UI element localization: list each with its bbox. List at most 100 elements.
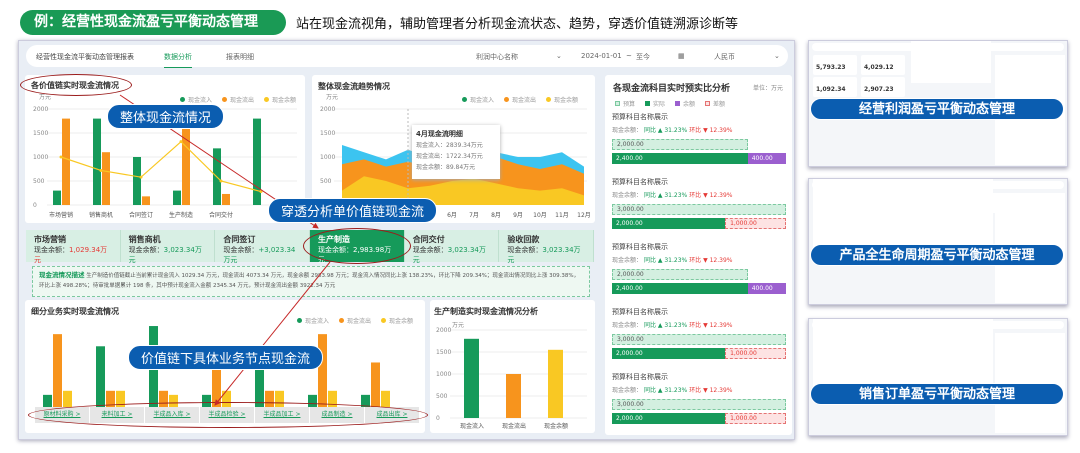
balance-point bbox=[259, 190, 263, 194]
balance-point bbox=[139, 175, 143, 179]
x-tick-label: 现金流出 bbox=[502, 422, 526, 430]
x-tick-label: 6月 bbox=[447, 212, 457, 219]
step-label: 现金余额： bbox=[412, 246, 448, 254]
bar-inflow bbox=[93, 118, 101, 205]
surplus-bar: 400.00 bbox=[747, 283, 786, 294]
deficit-bar: 1,000.00 bbox=[725, 218, 786, 229]
chevron-down-icon: ⌄ bbox=[556, 52, 562, 60]
y-tick-label: 1500 bbox=[33, 130, 48, 137]
chain-step-2[interactable]: 合同签订 现金余额：+3,023.34万元 bbox=[215, 230, 311, 264]
x-tick-label: 现金余额 bbox=[544, 422, 568, 430]
value-chain-chart-card: 各价值链实时现金流情况 万元 现金流入 现金流出 现金余额 2000 1500 1000… bbox=[25, 75, 305, 223]
x-tick-label: 12月 bbox=[577, 212, 591, 219]
bar-outflow bbox=[222, 193, 230, 205]
x-tick-label: 11月 bbox=[555, 212, 569, 219]
thumbnail-dashboard-1[interactable]: 3,742.345,023.7837821.09% bbox=[808, 178, 1068, 305]
actual-bar-row: 2,000.00 1,000.00 bbox=[612, 348, 786, 359]
budget-item: 预算科目名称展示 现金余额： 同比 ▲ 31.23% 环比 ▼ 12.39% 3,… bbox=[612, 372, 786, 424]
y-tick-label: 500 bbox=[436, 393, 448, 400]
surplus-bar: 400.00 bbox=[747, 153, 786, 164]
deficit-bar: 1,000.00 bbox=[725, 413, 786, 424]
thumbnail-banner: 产品全生命周期盈亏平衡动态管理 bbox=[810, 244, 1064, 266]
actual-bar: 2,400.00 bbox=[612, 283, 748, 294]
x-tick-label: 销售商机 bbox=[89, 211, 113, 219]
actual-bar: 2,000.00 bbox=[612, 348, 726, 359]
chevron-down-icon: ⌄ bbox=[774, 52, 780, 60]
callout-drill-down: 穿透分析单价值链现金流 bbox=[268, 198, 438, 223]
balance-point bbox=[219, 179, 223, 183]
currency-select[interactable]: 人民币 bbox=[714, 52, 735, 62]
value-chain-bar-chart: 2000 1500 1000 500 0 市场营销 销售商机 合同签订 生产制造 合同交付 bbox=[33, 106, 297, 219]
step-label: 现金余额： bbox=[34, 246, 69, 254]
actual-bar: 2,000.00 bbox=[612, 218, 726, 229]
x-tick-label: 合同签订 bbox=[129, 211, 153, 219]
example-title-pill: 例：经营性现金流盈亏平衡动态管理 bbox=[20, 10, 286, 35]
step-label: 现金余额： bbox=[223, 246, 259, 254]
actual-bar: 2,400.00 bbox=[612, 153, 748, 164]
item-name: 预算科目名称展示 bbox=[612, 373, 668, 381]
y-tick-label: 1500 bbox=[436, 349, 451, 356]
bar-现金流入 bbox=[464, 338, 479, 418]
balance-point bbox=[99, 168, 103, 172]
budget-bar: 3,000.00 bbox=[612, 334, 786, 345]
budget-item: 预算科目名称展示 现金余额： 同比 ▲ 31.23% 环比 ▼ 12.39% 3,… bbox=[612, 307, 786, 359]
bar-balance bbox=[381, 390, 390, 407]
tab-report-detail[interactable]: 报表明细 bbox=[226, 52, 254, 62]
kpi-card: 5,793.23 bbox=[813, 55, 857, 75]
highlight-oval bbox=[303, 228, 411, 264]
budget-bar: 2,000.00 bbox=[612, 269, 748, 280]
step-name: 市场营销 bbox=[34, 235, 66, 244]
date-to[interactable]: 至今 bbox=[636, 52, 650, 62]
balance-point bbox=[179, 140, 183, 144]
y-tick-label: 0 bbox=[33, 202, 37, 209]
y-tick-label: 2000 bbox=[436, 327, 451, 334]
tooltip: 4月现金流明细 现金流入：2839.34万元 现金流出：1722.34万元 现金余额… bbox=[412, 125, 500, 179]
kpi-card: 4,029.12 bbox=[861, 55, 905, 75]
x-tick-label: 现金流入 bbox=[460, 422, 484, 430]
step-name: 合同交付 bbox=[412, 235, 445, 244]
tab-data-analysis[interactable]: 数据分析 bbox=[164, 52, 192, 68]
step-label: 现金余额： bbox=[507, 246, 543, 254]
highlight-oval bbox=[28, 402, 428, 428]
chain-step-4[interactable]: 合同交付 现金余额：3,023.34万元 bbox=[405, 230, 500, 264]
bar-outflow bbox=[371, 362, 380, 407]
bar-现金流出 bbox=[506, 374, 521, 418]
bar-outflow bbox=[53, 334, 62, 407]
actual-bar-row: 2,000.00 1,000.00 bbox=[612, 413, 786, 424]
cashflow-description: 现金流情况描述 生产制造价值链截止当前累计现金流入 1029.34 万元，现金流… bbox=[32, 266, 590, 297]
budget-item: 预算科目名称展示 现金余额： 同比 ▲ 31.23% 环比 ▼ 12.39% 3,… bbox=[612, 177, 786, 229]
balance-point bbox=[59, 155, 63, 159]
step-name: 验收回款 bbox=[507, 235, 540, 244]
thumbnail-dashboard-2[interactable]: 37819229 bbox=[808, 318, 1068, 436]
chain-step-0[interactable]: 市场营销 现金余额：1,029.34万元 bbox=[26, 230, 121, 264]
y-tick-label: 1000 bbox=[436, 371, 451, 378]
y-tick-label: 1000 bbox=[320, 154, 335, 161]
bar-outflow bbox=[62, 118, 70, 205]
calendar-icon[interactable]: ▦ bbox=[678, 52, 685, 60]
kpi-card: 1,092.34 bbox=[813, 77, 857, 97]
chain-step-5[interactable]: 验收回款 现金余额：3,023.34万元 bbox=[499, 230, 595, 264]
balance-line bbox=[60, 140, 262, 193]
top-nav: 经营性现金流平衡动态管理报表 数据分析 报表明细 利润中心名称 ⌄ 2024-0… bbox=[26, 45, 788, 68]
bar-inflow bbox=[53, 190, 61, 205]
x-tick-label: 9月 bbox=[513, 212, 523, 219]
profit-center-select[interactable]: 利润中心名称 bbox=[476, 52, 518, 62]
budget-bar: 3,000.00 bbox=[612, 399, 786, 410]
y-tick-label: 1500 bbox=[320, 130, 335, 137]
actual-bar: 2,000.00 bbox=[612, 413, 726, 424]
x-tick-label: 7月 bbox=[469, 212, 479, 219]
chain-step-1[interactable]: 销售商机 现金余额：3,023.34万元 bbox=[121, 230, 216, 264]
bar-inflow bbox=[96, 346, 105, 407]
example-description: 站在现金流视角，辅助管理者分析现金流状态、趋势，穿透价值链溯源诊断等 bbox=[296, 17, 739, 32]
date-from[interactable]: 2024-01-01 bbox=[581, 52, 622, 60]
callout-business-nodes: 价值链下具体业务节点现金流 bbox=[128, 345, 324, 370]
callout-overall-cashflow: 整体现金流情况 bbox=[107, 104, 225, 129]
actual-bar-row: 2,000.00 1,000.00 bbox=[612, 218, 786, 229]
bar-balance bbox=[63, 390, 72, 407]
budget-item: 预算科目名称展示 现金余额： 同比 ▲ 31.23% 环比 ▼ 12.39% 2,… bbox=[612, 242, 786, 294]
budget-bar: 2,000.00 bbox=[612, 139, 748, 150]
step-name: 合同签订 bbox=[223, 235, 256, 244]
y-tick-label: 1000 bbox=[33, 154, 48, 161]
highlight-oval bbox=[20, 74, 132, 96]
kpi-card: 2,907.23 bbox=[861, 77, 905, 97]
